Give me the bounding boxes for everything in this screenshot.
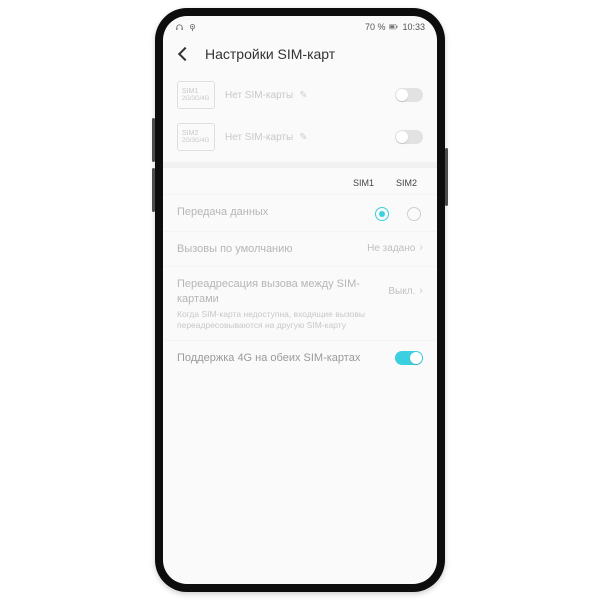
sim-slot-1[interactable]: SIM1 2G/3G/4G Нет SIM-карты ✎ [163, 74, 437, 116]
phone-frame: 70 % 10:33 Настройки SIM-карт SIM1 2G/3G… [155, 8, 445, 592]
chevron-right-icon: › [419, 242, 423, 254]
edit-icon[interactable]: ✎ [299, 132, 307, 143]
location-icon [188, 23, 197, 32]
sim2-status: Нет SIM-карты [225, 132, 293, 143]
battery-icon [389, 23, 398, 32]
data-sim1-radio[interactable] [375, 207, 389, 221]
power-button[interactable] [445, 148, 448, 206]
sim-slot-2[interactable]: SIM2 2G/3G/4G Нет SIM-карты ✎ [163, 116, 437, 158]
sim1-status: Нет SIM-карты [225, 90, 293, 101]
page-header: Настройки SIM-карт [163, 38, 437, 74]
sim2-toggle[interactable] [395, 130, 423, 144]
sim-chip-icon: SIM1 2G/3G/4G [177, 81, 215, 109]
chevron-right-icon: › [419, 285, 423, 297]
edit-icon[interactable]: ✎ [299, 90, 307, 101]
volume-up-button[interactable] [152, 118, 155, 162]
screen: 70 % 10:33 Настройки SIM-карт SIM1 2G/3G… [163, 16, 437, 584]
col-sim2: SIM2 [396, 178, 417, 188]
sim-column-headers: SIM1 SIM2 [163, 168, 437, 194]
row-dual-4g[interactable]: Поддержка 4G на обеих SIM-картах [163, 340, 437, 375]
calls-label: Вызовы по умолчанию [177, 242, 359, 256]
page-title: Настройки SIM-карт [205, 46, 335, 62]
dual4g-label: Поддержка 4G на обеих SIM-картах [177, 351, 387, 365]
data-sim2-radio[interactable] [407, 207, 421, 221]
fwd-label: Переадресация вызова между SIM-картами [177, 277, 380, 306]
sim-chip-icon: SIM2 2G/3G/4G [177, 123, 215, 151]
col-sim1: SIM1 [353, 178, 374, 188]
status-bar: 70 % 10:33 [163, 16, 437, 38]
data-label: Передача данных [177, 205, 367, 219]
dual4g-toggle[interactable] [395, 351, 423, 365]
row-data-transfer[interactable]: Передача данных [163, 194, 437, 231]
fwd-value: Выкл. [388, 286, 415, 297]
row-default-calls[interactable]: Вызовы по умолчанию Не задано › [163, 231, 437, 266]
calls-value: Не задано [367, 243, 415, 254]
sim1-toggle[interactable] [395, 88, 423, 102]
back-icon[interactable] [177, 46, 193, 62]
row-call-forwarding[interactable]: Переадресация вызова между SIM-картами К… [163, 266, 437, 340]
headset-icon [175, 23, 184, 32]
battery-text: 70 % [365, 22, 386, 32]
volume-down-button[interactable] [152, 168, 155, 212]
clock-text: 10:33 [402, 22, 425, 32]
fwd-sub: Когда SIM-карта недоступна, входящие выз… [177, 309, 367, 330]
